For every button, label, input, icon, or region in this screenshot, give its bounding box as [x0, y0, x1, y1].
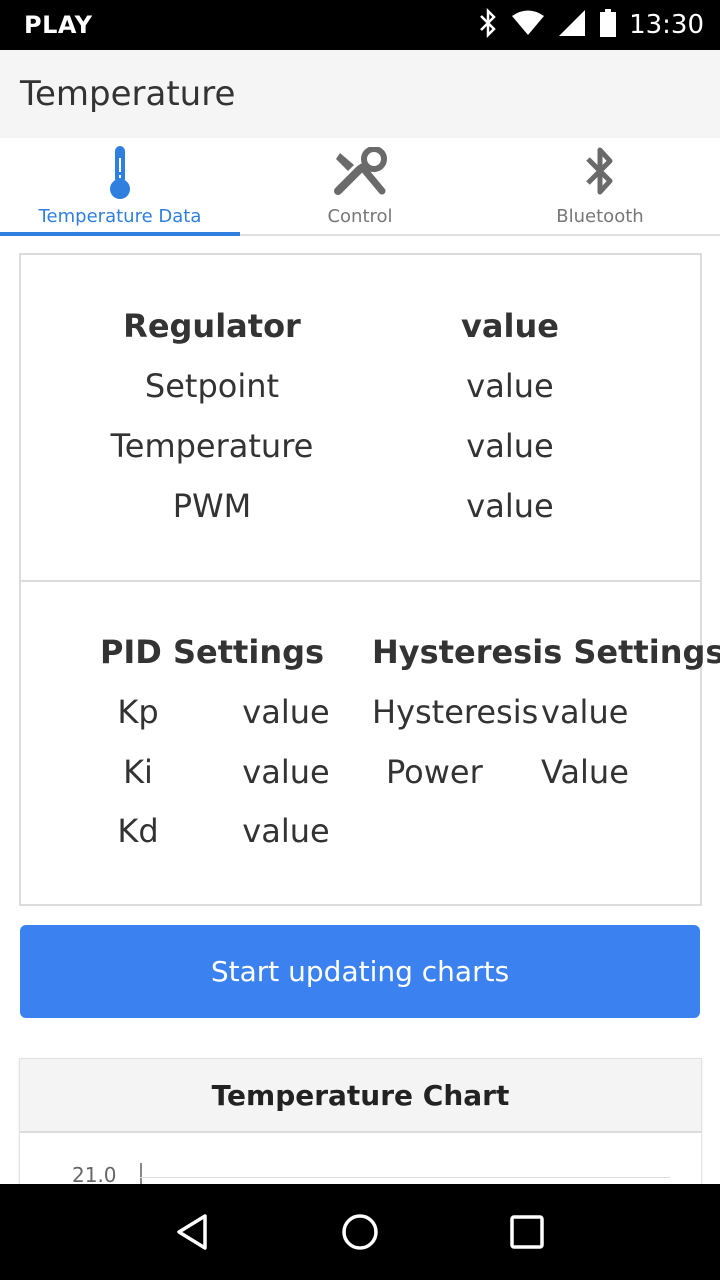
chart-header: Temperature Chart	[20, 1059, 701, 1133]
status-icons: 13:30	[477, 7, 704, 43]
bluetooth-icon	[477, 7, 499, 43]
pwm-value: value	[466, 487, 554, 525]
clock: 13:30	[629, 10, 704, 40]
tab-bar: Temperature Data Control Bluetooth	[0, 138, 720, 236]
app-bar: Temperature	[0, 50, 720, 138]
chart-title: Temperature Chart	[211, 1078, 510, 1112]
power-label: Power	[386, 753, 483, 791]
carrier-name: PLAY	[24, 11, 93, 39]
status-bar: PLAY 13:30	[0, 0, 720, 50]
pwm-label: PWM	[172, 487, 252, 525]
recents-icon	[509, 1215, 544, 1249]
tab-label: Control	[327, 206, 393, 227]
temperature-value: value	[466, 427, 554, 465]
recents-button[interactable]	[497, 1202, 557, 1262]
power-value: Value	[541, 753, 629, 791]
kd-value: value	[242, 812, 330, 850]
value-header: value	[461, 307, 559, 345]
back-button[interactable]	[163, 1202, 223, 1262]
home-icon	[342, 1214, 378, 1250]
battery-icon	[599, 8, 617, 43]
pid-settings-title: PID Settings	[99, 633, 325, 671]
tab-bluetooth[interactable]: Bluetooth	[480, 138, 720, 234]
back-icon	[177, 1214, 208, 1250]
setpoint-label: Setpoint	[144, 367, 280, 405]
start-updating-charts-button[interactable]: Start updating charts	[20, 925, 700, 1018]
system-nav-bar	[0, 1184, 720, 1280]
kp-label: Kp	[117, 693, 159, 731]
page-title: Temperature	[20, 74, 236, 114]
wifi-icon	[511, 9, 545, 42]
signal-icon	[557, 8, 587, 43]
settings-card: Regulator value Setpoint value Temperatu…	[19, 253, 720, 906]
grid-line	[140, 1177, 670, 1178]
tools-icon	[332, 144, 388, 200]
hysteresis-settings-title: Hysteresis Settings	[372, 633, 720, 671]
hysteresis-label: Hysteresis	[372, 693, 539, 731]
home-button[interactable]	[330, 1202, 390, 1262]
kp-value: value	[242, 693, 330, 731]
tab-label: Temperature Data	[38, 206, 202, 227]
thermometer-icon	[107, 144, 133, 200]
regulator-header: Regulator	[123, 307, 301, 345]
ki-value: value	[242, 753, 330, 791]
section-divider	[21, 580, 700, 582]
tab-label: Bluetooth	[556, 206, 644, 227]
ki-label: Ki	[123, 753, 153, 791]
temperature-label: Temperature	[110, 427, 314, 465]
setpoint-value: value	[466, 367, 554, 405]
tab-control[interactable]: Control	[240, 138, 480, 234]
kd-label: Kd	[117, 812, 159, 850]
hysteresis-value: value	[541, 693, 629, 731]
tab-temperature-data[interactable]: Temperature Data	[0, 138, 240, 236]
bluetooth-icon	[583, 144, 617, 200]
